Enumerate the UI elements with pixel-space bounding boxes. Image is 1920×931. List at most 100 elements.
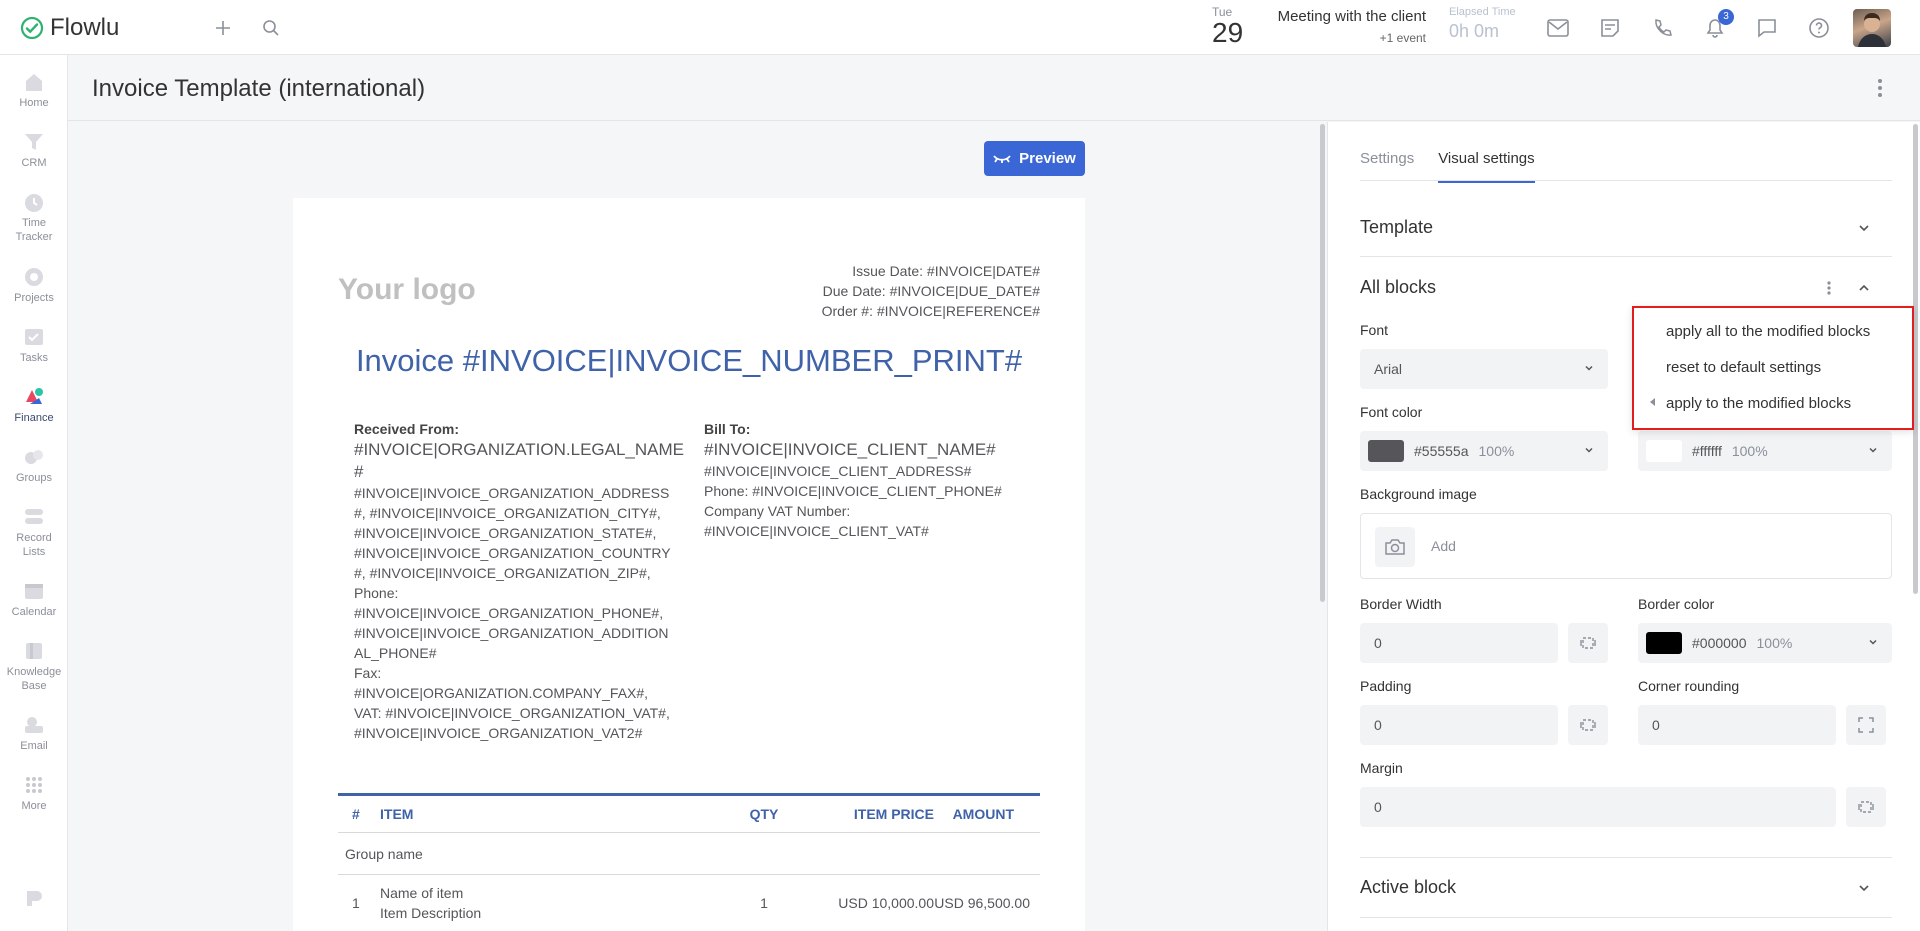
font-color-picker[interactable]: #55555a 100% xyxy=(1360,431,1608,471)
from-line: #, #INVOICE|INVOICE_ORGANIZATION_CITY#, xyxy=(354,505,661,521)
record-lists-icon xyxy=(25,509,43,524)
issue-date: Issue Date: #INVOICE|DATE# xyxy=(852,263,1040,279)
border-sides-toggle[interactable] xyxy=(1568,623,1608,663)
sidebar-item-label: Record xyxy=(16,532,52,544)
margin-input[interactable]: 0 xyxy=(1360,787,1836,827)
org-legal-name-cont: # xyxy=(354,462,364,481)
background-color-picker[interactable]: #ffffff 100% xyxy=(1638,431,1892,471)
sidebar-item-knowledge-base[interactable]: Knowledge Base xyxy=(0,640,68,693)
margin-value: 0 xyxy=(1374,799,1382,815)
active-block-section-header[interactable]: Active block xyxy=(1360,877,1892,898)
notes-icon[interactable] xyxy=(1597,15,1623,41)
sidebar-item-label-2: Base xyxy=(21,680,47,692)
received-from-block[interactable]: Received From: #INVOICE|ORGANIZATION.LEG… xyxy=(354,419,684,743)
clock-icon xyxy=(25,194,43,212)
chevron-up-icon[interactable] xyxy=(1858,282,1870,294)
help-icon[interactable] xyxy=(1806,15,1832,41)
table-group-row[interactable]: Group name xyxy=(338,833,1040,875)
preview-button[interactable]: Preview xyxy=(984,141,1085,176)
background-color-hex: #ffffff xyxy=(1692,443,1722,459)
invoice-document[interactable]: Your logo Issue Date: #INVOICE|DATE# Due… xyxy=(293,198,1085,931)
corner-rounding-value: 0 xyxy=(1652,717,1660,733)
sidebar-item-calendar[interactable]: Calendar xyxy=(0,580,68,619)
border-width-input[interactable]: 0 xyxy=(1360,623,1558,663)
invoice-title[interactable]: Invoice #INVOICE|INVOICE_NUMBER_PRINT# xyxy=(293,343,1085,379)
plus-icon[interactable] xyxy=(210,15,236,41)
chat-icon[interactable] xyxy=(1754,15,1780,41)
menu-item-reset-default[interactable]: reset to default settings xyxy=(1666,359,1821,376)
help-center-button[interactable] xyxy=(0,887,68,912)
camera-icon[interactable] xyxy=(1375,527,1415,567)
corner-rounding-input[interactable]: 0 xyxy=(1638,705,1836,745)
sidebar-item-tasks[interactable]: Tasks xyxy=(0,326,68,365)
col-header-num: # xyxy=(352,806,360,822)
border-width-value: 0 xyxy=(1374,635,1382,651)
more-vertical-icon[interactable] xyxy=(1826,279,1832,297)
more-vertical-icon[interactable] xyxy=(1870,77,1890,99)
from-line: #INVOICE|INVOICE_ORGANIZATION_ADDITION xyxy=(354,625,669,641)
col-header-amount: AMOUNT xyxy=(952,806,1014,822)
tab-visual-settings[interactable]: Visual settings xyxy=(1438,150,1535,183)
top-bar: Flowlu Tue 29 Meeting with the client +1… xyxy=(0,0,1920,55)
from-line: #INVOICE|INVOICE_ORGANIZATION_VAT2# xyxy=(354,725,643,741)
app-logo[interactable]: Flowlu xyxy=(20,14,119,42)
app-name: Flowlu xyxy=(50,14,120,41)
sidebar-item-record-lists[interactable]: Record Lists xyxy=(0,506,68,559)
sidebar-item-email[interactable]: Email xyxy=(0,714,68,753)
sidebar-item-label: Tasks xyxy=(19,352,49,364)
from-line: VAT: #INVOICE|INVOICE_ORGANIZATION_VAT#, xyxy=(354,705,670,721)
date-day: 29 xyxy=(1212,17,1244,48)
bell-icon[interactable]: 3 xyxy=(1702,9,1734,41)
from-line: Phone: xyxy=(354,585,399,601)
background-image-uploader[interactable]: Add xyxy=(1360,513,1892,579)
tasks-icon xyxy=(25,329,43,345)
template-section-header[interactable]: Template xyxy=(1360,217,1892,238)
row-item-price: USD 10,000.00 xyxy=(838,895,934,911)
tab-settings[interactable]: Settings xyxy=(1360,150,1414,183)
font-value: Arial xyxy=(1374,361,1403,377)
elapsed-time[interactable]: Elapsed Time 0h 0m xyxy=(1449,6,1516,42)
sidebar-item-groups[interactable]: Groups xyxy=(0,446,68,485)
table-row[interactable]: 1 Name of item Item Description 1 USD 10… xyxy=(338,875,1040,931)
sidebar-item-more[interactable]: More xyxy=(0,774,68,813)
tabs-divider xyxy=(1360,180,1892,181)
page-title: Invoice Template (international) xyxy=(92,75,426,102)
sidebar-item-label: Calendar xyxy=(11,606,57,618)
menu-item-apply-all-modified[interactable]: apply all to the modified blocks xyxy=(1666,323,1870,340)
all-blocks-section-header[interactable]: All blocks xyxy=(1360,277,1892,298)
book-icon xyxy=(26,643,42,659)
mail-icon[interactable] xyxy=(1545,15,1571,41)
sidebar-item-finance[interactable]: Finance xyxy=(0,386,68,425)
check-circle-icon xyxy=(20,16,44,40)
border-width-label: Border Width xyxy=(1360,596,1442,612)
row-item: Name of item Item Description xyxy=(374,883,734,923)
padding-input[interactable]: 0 xyxy=(1360,705,1558,745)
chevron-down-icon xyxy=(1859,885,1869,892)
border-color-picker[interactable]: #000000 100% xyxy=(1638,623,1892,663)
search-icon[interactable] xyxy=(258,15,284,41)
sidebar-item-home[interactable]: Home xyxy=(0,71,68,110)
menu-item-apply-modified[interactable]: apply to the modified blocks xyxy=(1666,395,1851,412)
sidebar-item-time-tracker[interactable]: Time Tracker xyxy=(0,191,68,244)
logo-placeholder[interactable]: Your logo xyxy=(338,273,476,307)
corner-sides-toggle[interactable] xyxy=(1846,705,1886,745)
sidebar-item-crm[interactable]: CRM xyxy=(0,131,68,170)
items-table[interactable]: # ITEM QTY ITEM PRICE AMOUNT Group name … xyxy=(338,793,1040,931)
col-header-item: ITEM xyxy=(380,806,414,822)
elapsed-time-label: Elapsed Time xyxy=(1449,6,1516,18)
phone-icon[interactable] xyxy=(1649,15,1675,41)
upcoming-event[interactable]: Meeting with the client +1 event xyxy=(1260,8,1426,45)
margin-sides-toggle[interactable] xyxy=(1846,787,1886,827)
item-description: Item Description xyxy=(380,905,482,921)
invoice-meta[interactable]: Issue Date: #INVOICE|DATE# Due Date: #IN… xyxy=(822,261,1040,321)
calendar-date[interactable]: Tue 29 xyxy=(1212,5,1243,47)
sidebar-item-projects[interactable]: Projects xyxy=(0,266,68,305)
sidebar-item-label: CRM xyxy=(21,157,47,169)
background-color-swatch xyxy=(1646,440,1682,462)
add-image-label[interactable]: Add xyxy=(1431,538,1456,554)
user-avatar[interactable] xyxy=(1853,9,1891,47)
font-select[interactable]: Arial xyxy=(1360,349,1608,389)
padding-sides-toggle[interactable] xyxy=(1568,705,1608,745)
editor-scrollbar[interactable] xyxy=(1320,124,1325,602)
bill-to-block[interactable]: Bill To: #INVOICE|INVOICE_CLIENT_NAME# #… xyxy=(704,419,1034,541)
